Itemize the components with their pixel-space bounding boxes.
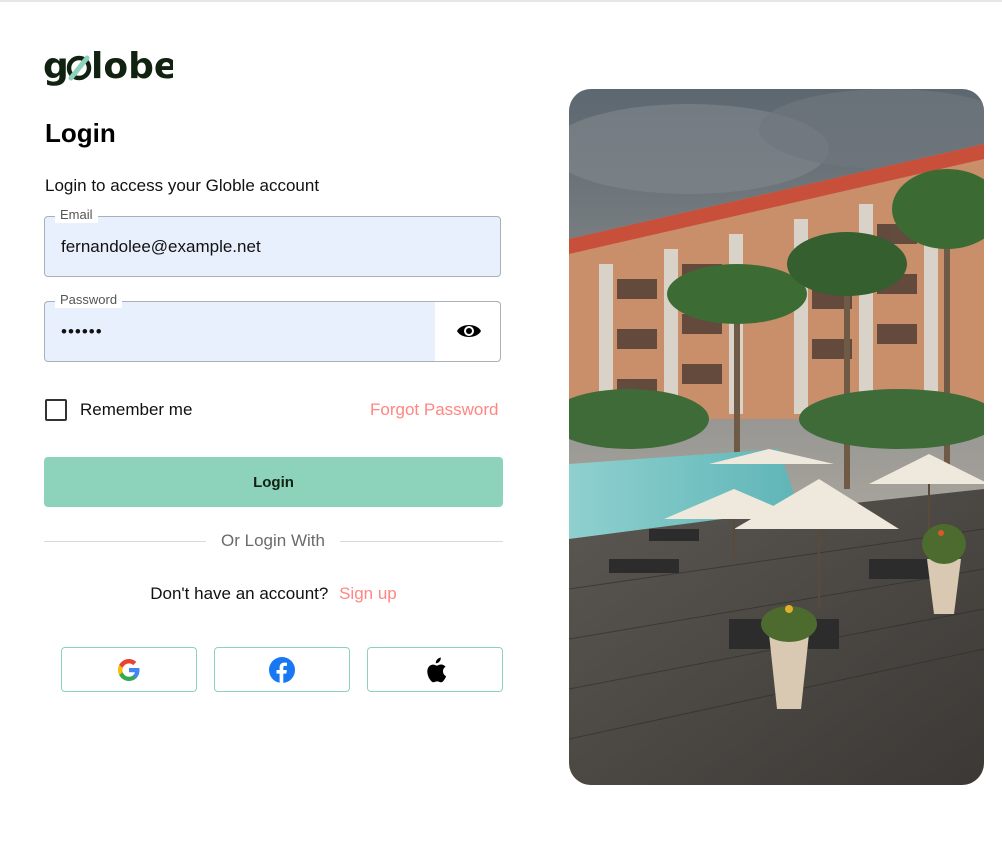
login-button[interactable]: Login	[44, 457, 503, 507]
globe-link-logo-icon: g lobe	[43, 48, 173, 87]
apple-icon	[427, 657, 447, 682]
google-login-button[interactable]	[61, 647, 197, 692]
divider-right	[340, 541, 503, 542]
resort-pool-photo	[569, 89, 984, 785]
svg-text:g: g	[43, 48, 69, 87]
email-field[interactable]: Email	[44, 207, 501, 277]
forgot-password-link[interactable]: Forgot Password	[370, 400, 499, 420]
password-visibility-toggle[interactable]	[435, 302, 500, 361]
google-icon	[118, 658, 140, 681]
sign-up-link[interactable]: Sign up	[339, 584, 397, 603]
or-login-with-label: Or Login With	[221, 531, 325, 550]
page-subtitle: Login to access your Globle account	[45, 176, 320, 195]
eye-icon	[457, 325, 481, 337]
page-title: Login	[45, 118, 116, 148]
facebook-login-button[interactable]	[214, 647, 350, 692]
svg-text:lobe: lobe	[91, 48, 173, 87]
signup-prompt-text: Don't have an account?	[150, 584, 329, 603]
window-top-border	[0, 0, 1002, 2]
facebook-icon	[269, 656, 295, 683]
remember-me-checkbox[interactable]	[45, 399, 67, 421]
golobe-logo[interactable]: g lobe	[43, 44, 173, 92]
email-input[interactable]	[61, 217, 431, 276]
resort-photo-illustration	[569, 89, 984, 785]
signup-prompt-row: Don't have an account? Sign up	[44, 584, 503, 604]
divider-left	[44, 541, 206, 542]
remember-me-label: Remember me	[80, 400, 193, 419]
password-input[interactable]	[61, 302, 431, 361]
password-field[interactable]: Password	[44, 292, 501, 362]
apple-login-button[interactable]	[367, 647, 503, 692]
